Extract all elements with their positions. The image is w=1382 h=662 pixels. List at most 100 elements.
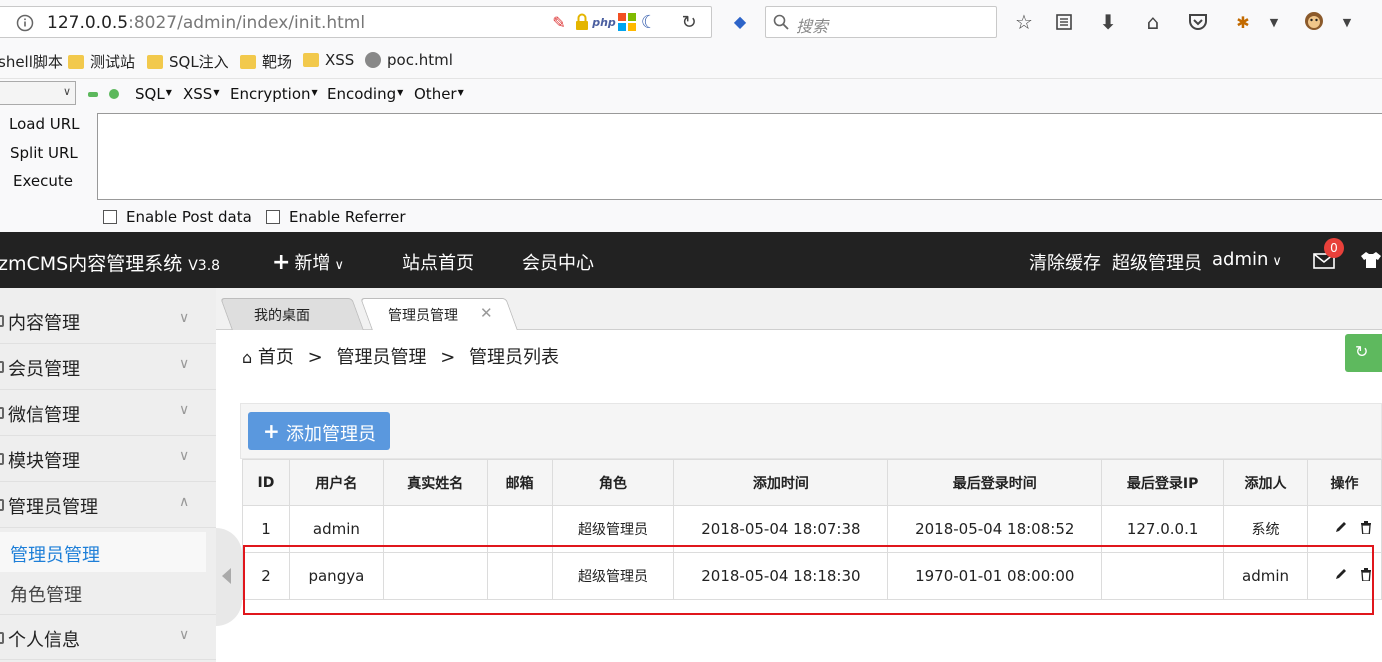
search-placeholder: 搜索 (796, 17, 829, 36)
sidebar-subitem-role-manage[interactable]: 角色管理 (0, 572, 206, 612)
sidebar-item-label: 微信管理 (8, 405, 80, 426)
home-icon[interactable]: ⌂ (1142, 10, 1164, 34)
cell-realname (382, 505, 488, 553)
puzzle-icon[interactable]: ◆ (730, 11, 750, 31)
chevron-down-icon: ∨ (62, 85, 71, 98)
url-bar[interactable]: 127.0.0.5:8027/admin/index/init.html ✎ p… (0, 6, 712, 38)
tab-my-desktop[interactable]: 我的桌面 (220, 298, 364, 330)
add-admin-label: 添加管理员 (286, 424, 376, 445)
download-icon[interactable]: ⬇ (1097, 10, 1119, 34)
bookmarks-bar: shell脚本 测试站 SQL注入 靶场 XSS poc.html (0, 44, 1382, 78)
sidebar-item-wechat[interactable]: 微信管理 ∨ (0, 390, 216, 436)
nav-new[interactable]: + 新增 ∨ (272, 249, 344, 275)
edit-icon[interactable] (1334, 520, 1348, 538)
tab-admin-manage[interactable]: 管理员管理 ✕ (360, 298, 518, 330)
bookmark-poc[interactable]: poc.html (365, 51, 453, 69)
caret-left-icon (222, 568, 231, 584)
execute-button[interactable]: Execute (13, 172, 73, 190)
minus-icon[interactable] (88, 92, 98, 97)
refresh-button[interactable]: ↻ (1345, 334, 1382, 372)
checkbox-label: Enable Post data (126, 208, 252, 226)
nav-site-home[interactable]: 站点首页 (402, 249, 474, 275)
hackbar-menu-xss[interactable]: XSS▼ (183, 85, 219, 103)
enable-post-checkbox[interactable]: Enable Post data (103, 208, 252, 226)
clear-cache-link[interactable]: 清除缓存 (1029, 249, 1101, 275)
app-header: zmCMS内容管理系统 V3.8 + 新增 ∨ 站点首页 会员中心 清除缓存 超级管理… (0, 232, 1382, 288)
breadcrumb: ⌂ 首页 > 管理员管理 > 管理员列表 (242, 343, 559, 369)
version-label: V3.8 (188, 258, 221, 274)
trash-icon[interactable] (1360, 567, 1372, 585)
nav-new-label: 新增 (294, 253, 331, 274)
plus-icon[interactable] (109, 89, 119, 99)
hackbar-menu-other[interactable]: Other▼ (414, 85, 464, 103)
cell-actions (1306, 505, 1382, 553)
lock-icon[interactable] (573, 12, 591, 32)
bookmark-label: SQL注入 (169, 53, 229, 71)
star-icon[interactable]: ☆ (1013, 10, 1035, 34)
breadcrumb-separator: > (307, 347, 323, 368)
browser-toolbar: 127.0.0.5:8027/admin/index/init.html ✎ p… (0, 0, 1382, 44)
table-header-row: ID 用户名 真实姓名 邮箱 角色 添加时间 最后登录时间 最后登录IP 添加人… (242, 459, 1382, 506)
windows-icon[interactable] (617, 12, 637, 32)
checkbox-box[interactable] (103, 210, 117, 224)
col-header-actions: 操作 (1306, 459, 1382, 506)
bookmark-label: 测试站 (90, 53, 136, 71)
chevron-up-icon: ∧ (179, 494, 190, 510)
menu-icon (0, 407, 4, 419)
sidebar-subitem-admin-manage[interactable]: 管理员管理 (0, 532, 206, 572)
add-admin-button[interactable]: + 添加管理员 (248, 412, 390, 450)
php-icon[interactable]: php (592, 13, 616, 31)
menu-label: Other (414, 85, 457, 103)
info-icon[interactable] (15, 13, 35, 33)
sidebar-item-profile[interactable]: 个人信息 ∨ (0, 614, 216, 660)
monkey-icon[interactable] (1303, 10, 1325, 32)
shirt-icon[interactable] (1360, 249, 1382, 271)
chevron-down-icon[interactable]: ▼ (1339, 11, 1355, 33)
url-text[interactable]: 127.0.0.5:8027/admin/index/init.html (47, 13, 365, 33)
sidebar-item-content[interactable]: 内容管理 ∨ (0, 298, 216, 344)
reload-icon[interactable]: ↻ (679, 12, 699, 33)
caret-icon: ▼ (457, 88, 464, 97)
edit-icon[interactable] (1334, 567, 1348, 585)
hackbar-url-textarea[interactable] (97, 113, 1382, 200)
pocket-icon[interactable] (1187, 11, 1209, 33)
breadcrumb-separator: > (440, 347, 456, 368)
bookmark-test-site[interactable]: 测试站 (68, 51, 135, 72)
cell-added-time: 2018-05-04 18:07:38 (673, 505, 889, 553)
sidebar-item-admins[interactable]: 管理员管理 ∧ (0, 482, 216, 528)
nav-member-center[interactable]: 会员中心 (522, 249, 594, 275)
enable-referrer-checkbox[interactable]: Enable Referrer (266, 208, 405, 226)
menu-label: XSS (183, 85, 213, 103)
checkbox-box[interactable] (266, 210, 280, 224)
chevron-down-icon: ∨ (179, 310, 190, 326)
bookmark-xss[interactable]: XSS (303, 51, 354, 69)
hackbar-menu-encryption[interactable]: Encryption▼ (230, 85, 318, 103)
sidebar-item-members[interactable]: 会员管理 ∨ (0, 344, 216, 390)
wave-icon[interactable]: ☾ (639, 12, 659, 33)
split-url-button[interactable]: Split URL (10, 144, 78, 162)
breadcrumb-admin-manage[interactable]: 管理员管理 (336, 347, 426, 368)
caret-icon: ▼ (311, 88, 318, 97)
feather-icon[interactable]: ✎ (549, 12, 569, 32)
hackbar-menu-sql[interactable]: SQL▼ (135, 85, 172, 103)
folder-icon (303, 53, 319, 67)
user-menu[interactable]: admin ∨ (1212, 249, 1282, 270)
load-url-button[interactable]: Load URL (9, 115, 80, 133)
hackbar-select[interactable]: ∨ (0, 81, 76, 105)
bookmark-sql-injection[interactable]: SQL注入 (147, 51, 229, 72)
search-input[interactable]: 搜索 (765, 6, 997, 38)
chevron-down-icon[interactable]: ▼ (1266, 11, 1282, 33)
breadcrumb-home[interactable]: 首页 (258, 347, 294, 368)
trash-icon[interactable] (1360, 520, 1372, 538)
close-icon[interactable]: ✕ (480, 304, 493, 322)
brand-logo[interactable]: zmCMS内容管理系统 V3.8 (0, 249, 220, 276)
cell-last-login-ip (1101, 552, 1225, 600)
sidebar-item-modules[interactable]: 模块管理 ∨ (0, 436, 216, 482)
hackbar-menu-encoding[interactable]: Encoding▼ (327, 85, 403, 103)
sidebar-collapse-handle[interactable] (216, 528, 242, 626)
caret-icon: ▼ (165, 88, 172, 97)
bookmark-range[interactable]: 靶场 (240, 51, 292, 72)
bug-icon[interactable]: ✱ (1232, 11, 1254, 33)
bookmark-shell[interactable]: shell脚本 (0, 51, 63, 72)
reading-list-icon[interactable] (1053, 11, 1075, 33)
